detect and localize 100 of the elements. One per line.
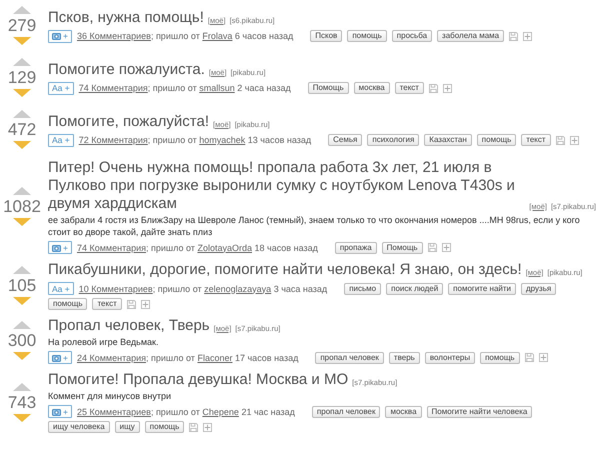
tag-button[interactable]: пропал человек <box>315 352 384 364</box>
plus-icon[interactable] <box>203 422 212 432</box>
comments-link[interactable]: 74 Комментария <box>76 242 146 252</box>
tag-button[interactable]: письмо <box>344 282 382 294</box>
save-icon[interactable] <box>189 422 198 432</box>
save-icon[interactable] <box>556 136 565 144</box>
comments-link[interactable]: 25 Комментариев <box>76 406 151 416</box>
post-title[interactable]: Псков, нужна помощь! <box>48 8 204 26</box>
tag-button[interactable]: Казахстан <box>424 134 472 146</box>
comments-link[interactable]: 74 Комментария <box>78 83 148 93</box>
downvote-icon[interactable] <box>13 37 31 45</box>
camera-icon <box>52 408 61 416</box>
tag-button[interactable]: помощь <box>144 421 184 433</box>
post-title[interactable]: Пропал человек, Тверь <box>48 317 210 335</box>
tag-button[interactable]: Помощь <box>382 242 423 254</box>
comments-link[interactable]: 24 Комментария <box>76 352 146 362</box>
post-meta-text: 74 Комментария; пришло от ZolotayaOrda 18 часов назад <box>76 242 318 252</box>
author-link[interactable]: Flaconer <box>197 352 232 362</box>
upvote-icon[interactable] <box>13 321 31 329</box>
comments-link[interactable]: 10 Комментариев <box>78 284 153 294</box>
upvote-icon[interactable] <box>13 58 31 66</box>
downvote-icon[interactable] <box>13 297 31 305</box>
tag-button[interactable]: текст <box>92 298 122 310</box>
tag-button[interactable]: Помощь <box>308 82 349 94</box>
tag-button[interactable]: поиск людей <box>386 282 444 294</box>
comments-link[interactable]: 36 Комментариев <box>76 31 151 41</box>
tag-button[interactable]: москва <box>354 82 390 94</box>
downvote-icon[interactable] <box>13 141 31 149</box>
text-post-badge[interactable]: Aa + <box>48 82 74 94</box>
plus-icon[interactable] <box>538 353 548 362</box>
post-score: 1082 <box>3 196 41 217</box>
tag-button[interactable]: пропажа <box>334 242 377 254</box>
author-link[interactable]: homyachek <box>199 135 246 145</box>
tag-button[interactable]: Псков <box>310 30 342 42</box>
tag-button[interactable]: помогите найти <box>448 282 516 294</box>
tag-button[interactable]: текст <box>394 82 424 94</box>
upvote-icon[interactable] <box>13 187 31 195</box>
text-post-badge[interactable]: Aa + <box>48 134 74 146</box>
tag-button[interactable]: волонтеры <box>424 352 476 364</box>
upvote-icon[interactable] <box>13 382 31 390</box>
tag-button[interactable]: тверь <box>388 352 420 364</box>
post-title[interactable]: Помогите пожалуиста. <box>48 60 205 78</box>
post-meta-text: 25 Комментариев; пришло от Chepene 21 час назад <box>76 406 295 416</box>
tag-button[interactable]: помощь <box>48 298 88 310</box>
upvote-icon[interactable] <box>13 110 31 118</box>
post-score: 743 <box>8 392 36 412</box>
post-score: 105 <box>8 275 36 296</box>
author-link[interactable]: Frolava <box>202 31 232 41</box>
post-meta-text: 36 Комментариев; пришло от Frolava 6 часов назад <box>76 31 294 41</box>
author-link[interactable]: Chepene <box>202 406 239 416</box>
post-title[interactable]: Пикабушники, дорогие, помогите найти человека! Я знаю, он здесь! <box>48 261 522 279</box>
tag-button[interactable]: помощь <box>347 30 387 42</box>
comments-link[interactable]: 72 Комментария <box>78 135 148 145</box>
plus-icon[interactable] <box>442 243 451 252</box>
author-link[interactable]: ZolotayaOrda <box>197 242 252 252</box>
tag-button[interactable]: заболела мама <box>437 30 504 42</box>
post-description: Коммент для минусов внутри <box>48 390 172 402</box>
tag-button[interactable]: пропал человек <box>312 406 380 418</box>
post-score: 279 <box>8 15 36 36</box>
downvote-icon[interactable] <box>13 89 31 97</box>
camera-icon <box>52 354 61 362</box>
tag-button[interactable]: ищу <box>114 421 140 433</box>
downvote-icon[interactable] <box>13 352 31 360</box>
plus-icon[interactable] <box>523 32 532 40</box>
downvote-icon[interactable] <box>13 218 31 226</box>
author-link[interactable]: zelenoglazayaya <box>204 284 272 294</box>
post-score: 129 <box>8 67 36 88</box>
save-icon[interactable] <box>524 353 534 362</box>
post-description: ее забрали 4 гостя из БлижЗару на Шевроле Ланос (темный), знаем только то что окончания номеров ....МН 98rus, если у кого стоит во дворе такой, дайте знать плиз <box>48 214 581 238</box>
tag-button[interactable]: москва <box>385 406 422 418</box>
post-title[interactable]: Питер! Очень нужна помощь! пропала работа 3х лет, 21 июля в Пулково при погрузке выронили сумку с ноутбуком Lenova T430s и двумя харддискам <box>48 159 526 213</box>
upvote-icon[interactable] <box>13 266 31 274</box>
author-link[interactable]: smallsun <box>199 83 235 93</box>
post-score: 300 <box>8 330 36 351</box>
post-meta-text: 24 Комментария; пришло от Flaconer 17 часов назад <box>76 352 298 362</box>
tag-button[interactable]: текст <box>521 134 551 146</box>
tag-button[interactable]: просьба <box>392 30 432 42</box>
save-icon[interactable] <box>509 32 518 40</box>
upvote-icon[interactable] <box>13 6 31 14</box>
tag-button[interactable]: Помогите найти человека <box>426 406 532 418</box>
tag-button[interactable]: друзья <box>521 282 556 294</box>
save-icon[interactable] <box>126 300 136 308</box>
post-meta-text: 72 Комментария; пришло от homyachek 13 часов назад <box>78 135 312 145</box>
tag-button[interactable]: психология <box>367 134 420 146</box>
text-post-badge[interactable]: Aa + <box>48 282 74 295</box>
post-meta-text: 10 Комментариев; пришло от zelenoglazayaya 3 часа назад <box>78 284 328 294</box>
save-icon[interactable] <box>428 84 438 92</box>
post-title[interactable]: Помогите, пожалуйста! <box>48 112 210 130</box>
downvote-icon[interactable] <box>13 414 31 422</box>
tag-button[interactable]: ищу человека <box>48 421 110 433</box>
tag-button[interactable]: Семья <box>328 134 362 146</box>
plus-icon[interactable] <box>570 136 579 144</box>
camera-icon <box>52 244 61 252</box>
post-title[interactable]: Помогите! Пропала девушка! Москва и МО <box>48 371 348 389</box>
save-icon[interactable] <box>428 243 437 252</box>
tag-button[interactable]: помощь <box>476 134 516 146</box>
plus-icon[interactable] <box>140 300 150 308</box>
post-score: 472 <box>8 119 36 140</box>
tag-button[interactable]: помощь <box>480 352 520 364</box>
plus-icon[interactable] <box>442 84 452 92</box>
